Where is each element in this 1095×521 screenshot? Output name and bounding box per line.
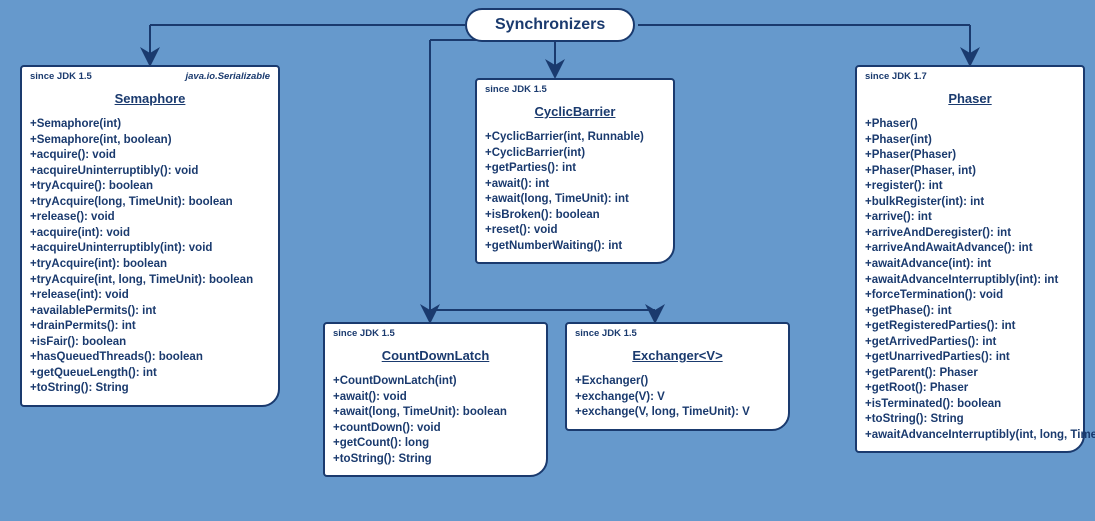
class-exchanger: since JDK 1.5 Exchanger<V> +Exchanger()+… <box>565 322 790 431</box>
method-list: +Exchanger()+exchange(V): V+exchange(V, … <box>575 374 780 421</box>
method: +tryAcquire(long, TimeUnit): boolean <box>30 195 270 211</box>
method: +getPhase(): int <box>865 304 1075 320</box>
class-name: CyclicBarrier <box>485 103 665 121</box>
method: +CyclicBarrier(int) <box>485 146 665 162</box>
since-label: since JDK 1.5 <box>485 84 547 97</box>
method: +Phaser(int) <box>865 133 1075 149</box>
method: +toString(): String <box>30 381 270 397</box>
class-header: since JDK 1.5 <box>485 84 665 97</box>
method: +availablePermits(): int <box>30 304 270 320</box>
class-name: Semaphore <box>30 90 270 108</box>
since-label: since JDK 1.5 <box>575 328 637 341</box>
method: +getParent(): Phaser <box>865 366 1075 382</box>
method: +release(int): void <box>30 288 270 304</box>
method: +getParties(): int <box>485 161 665 177</box>
method: +await(): void <box>333 390 538 406</box>
method: +Semaphore(int, boolean) <box>30 133 270 149</box>
method: +bulkRegister(int): int <box>865 195 1075 211</box>
method: +arriveAndAwaitAdvance(): int <box>865 241 1075 257</box>
method: +toString(): String <box>333 452 538 468</box>
method: +Semaphore(int) <box>30 117 270 133</box>
class-name: CountDownLatch <box>333 347 538 365</box>
method: +countDown(): void <box>333 421 538 437</box>
method: +CountDownLatch(int) <box>333 374 538 390</box>
method: +acquire(): void <box>30 148 270 164</box>
method: +getRoot(): Phaser <box>865 381 1075 397</box>
method: +tryAcquire(int): boolean <box>30 257 270 273</box>
class-countdownlatch: since JDK 1.5 CountDownLatch +CountDownL… <box>323 322 548 477</box>
method: +forceTermination(): void <box>865 288 1075 304</box>
class-cyclicbarrier: since JDK 1.5 CyclicBarrier +CyclicBarri… <box>475 78 675 264</box>
method: +Phaser() <box>865 117 1075 133</box>
method: +toString(): String <box>865 412 1075 428</box>
method: +acquire(int): void <box>30 226 270 242</box>
method: +exchange(V): V <box>575 390 780 406</box>
method: +getQueueLength(): int <box>30 366 270 382</box>
method: +tryAcquire(): boolean <box>30 179 270 195</box>
method: +isTerminated(): boolean <box>865 397 1075 413</box>
root-title: Synchronizers <box>495 16 605 33</box>
method: +await(): int <box>485 177 665 193</box>
class-header: since JDK 1.5 java.io.Serializable <box>30 71 270 84</box>
class-name: Phaser <box>865 90 1075 108</box>
method: +isBroken(): boolean <box>485 208 665 224</box>
method: +reset(): void <box>485 223 665 239</box>
method: +Phaser(Phaser) <box>865 148 1075 164</box>
method-list: +CountDownLatch(int)+await(): void+await… <box>333 374 538 467</box>
class-phaser: since JDK 1.7 Phaser +Phaser()+Phaser(in… <box>855 65 1085 453</box>
method: +getUnarrivedParties(): int <box>865 350 1075 366</box>
method-list: +Semaphore(int)+Semaphore(int, boolean)+… <box>30 117 270 396</box>
method: +acquireUninterruptibly(): void <box>30 164 270 180</box>
since-label: since JDK 1.7 <box>865 71 927 84</box>
method: +hasQueuedThreads(): boolean <box>30 350 270 366</box>
class-header: since JDK 1.5 <box>333 328 538 341</box>
method: +register(): int <box>865 179 1075 195</box>
interface-label: java.io.Serializable <box>186 71 271 84</box>
method-list: +Phaser()+Phaser(int)+Phaser(Phaser)+Pha… <box>865 117 1075 443</box>
method: +arriveAndDeregister(): int <box>865 226 1075 242</box>
method: +awaitAdvanceInterruptibly(int): int <box>865 273 1075 289</box>
class-header: since JDK 1.7 <box>865 71 1075 84</box>
method: +awaitAdvanceInterruptibly(int, long, Ti… <box>865 428 1075 444</box>
class-name: Exchanger<V> <box>575 347 780 365</box>
method: +getArrivedParties(): int <box>865 335 1075 351</box>
method: +Exchanger() <box>575 374 780 390</box>
since-label: since JDK 1.5 <box>333 328 395 341</box>
method: +drainPermits(): int <box>30 319 270 335</box>
method: +acquireUninterruptibly(int): void <box>30 241 270 257</box>
method: +await(long, TimeUnit): boolean <box>333 405 538 421</box>
since-label: since JDK 1.5 <box>30 71 92 84</box>
method: +arrive(): int <box>865 210 1075 226</box>
root-node: Synchronizers <box>465 8 635 42</box>
method: +CyclicBarrier(int, Runnable) <box>485 130 665 146</box>
method: +awaitAdvance(int): int <box>865 257 1075 273</box>
method: +Phaser(Phaser, int) <box>865 164 1075 180</box>
method: +isFair(): boolean <box>30 335 270 351</box>
method: +await(long, TimeUnit): int <box>485 192 665 208</box>
class-header: since JDK 1.5 <box>575 328 780 341</box>
method: +getRegisteredParties(): int <box>865 319 1075 335</box>
method: +exchange(V, long, TimeUnit): V <box>575 405 780 421</box>
method: +getCount(): long <box>333 436 538 452</box>
method-list: +CyclicBarrier(int, Runnable)+CyclicBarr… <box>485 130 665 254</box>
method: +tryAcquire(int, long, TimeUnit): boolea… <box>30 273 270 289</box>
method: +getNumberWaiting(): int <box>485 239 665 255</box>
method: +release(): void <box>30 210 270 226</box>
class-semaphore: since JDK 1.5 java.io.Serializable Semap… <box>20 65 280 407</box>
